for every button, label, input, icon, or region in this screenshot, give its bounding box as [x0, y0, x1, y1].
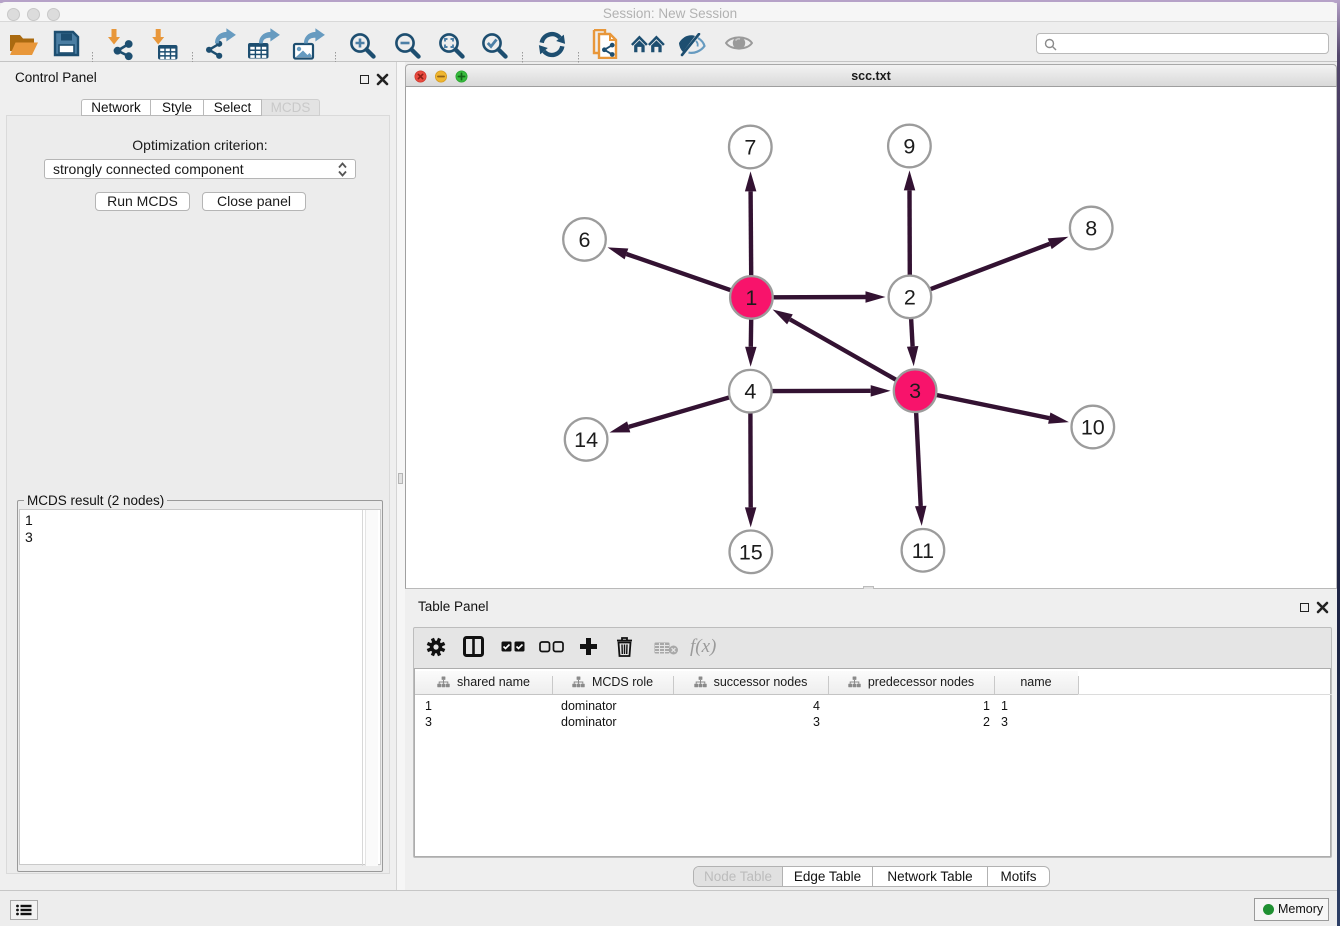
svg-text:9: 9: [903, 135, 915, 159]
svg-text:2: 2: [904, 285, 916, 309]
svg-text:3: 3: [909, 379, 921, 403]
svg-text:11: 11: [912, 539, 934, 563]
svg-text:4: 4: [744, 380, 756, 404]
svg-text:10: 10: [1081, 416, 1105, 440]
svg-text:7: 7: [744, 136, 756, 160]
svg-text:1: 1: [745, 286, 757, 310]
svg-text:6: 6: [579, 228, 591, 252]
svg-text:15: 15: [739, 540, 763, 564]
svg-text:8: 8: [1085, 217, 1097, 241]
svg-text:14: 14: [574, 428, 598, 452]
